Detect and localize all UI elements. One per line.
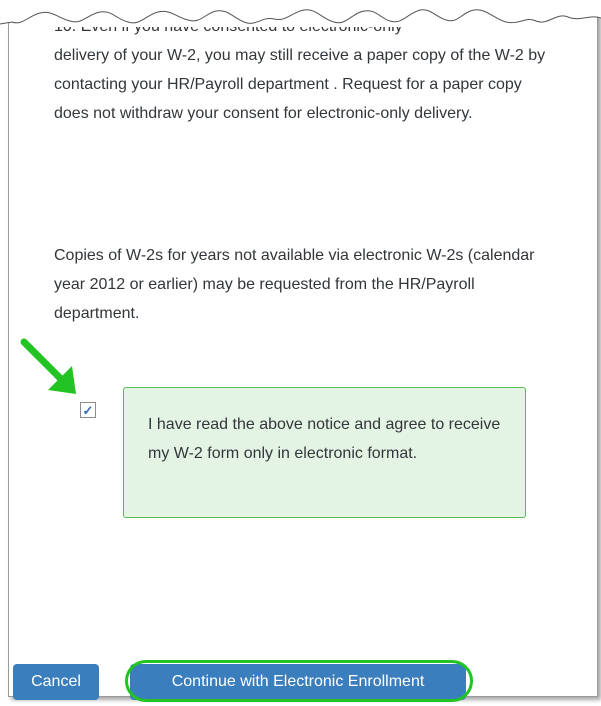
notice-paragraph-paper-copy: delivery of your W-2, you may still rece…: [54, 47, 546, 122]
annotation-arrow-icon: [20, 338, 76, 394]
consent-text: I have read the above notice and agree t…: [148, 416, 501, 462]
cancel-button[interactable]: Cancel: [13, 664, 99, 700]
checkmark-icon: ✓: [82, 402, 94, 418]
consent-checkbox[interactable]: ✓: [80, 402, 96, 418]
continue-electronic-enrollment-button[interactable]: Continue with Electronic Enrollment: [130, 664, 466, 700]
consent-box: I have read the above notice and agree t…: [123, 387, 526, 518]
notice-paragraph-older-copies: Copies of W-2s for years not available v…: [54, 247, 535, 322]
